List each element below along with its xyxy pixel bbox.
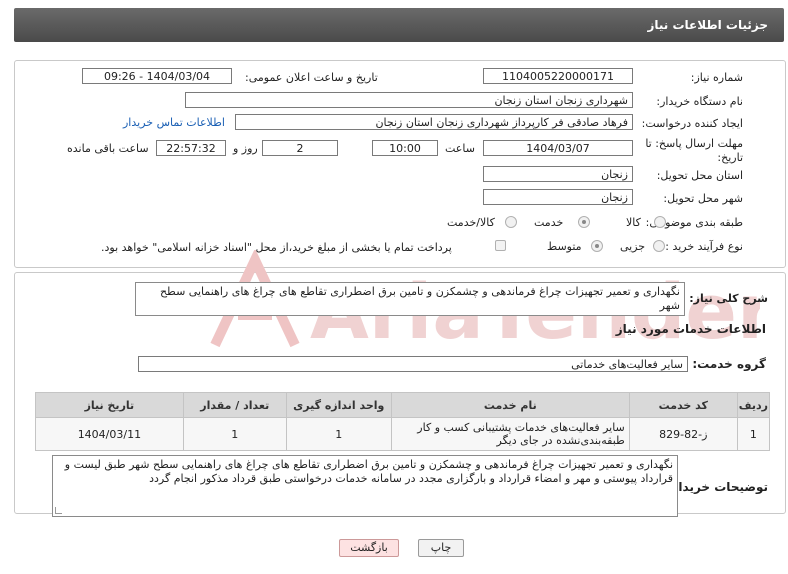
- creator-field[interactable]: فرهاد صادقی فر کارپرداز شهرداری زنجان اس…: [235, 114, 633, 130]
- category-option-goods: کالا: [626, 216, 641, 229]
- buyer-contact-link[interactable]: اطلاعات تماس خریدار: [123, 116, 225, 129]
- process-option-medium: متوسط: [547, 240, 582, 253]
- col-quantity: تعداد / مقدار: [182, 392, 287, 418]
- category-radio-service[interactable]: [578, 216, 590, 228]
- col-row-number: ردیف: [736, 392, 771, 418]
- remaining-time-field[interactable]: 22:57:32: [156, 140, 226, 156]
- buyer-field[interactable]: شهرداری زنجان استان زنجان: [185, 92, 633, 108]
- services-table: ردیف کد خدمت نام خدمت واحد اندازه گیری ت…: [35, 392, 771, 451]
- cell-quantity: 1: [182, 417, 287, 451]
- print-button[interactable]: چاپ: [418, 539, 464, 557]
- summary-textarea[interactable]: نگهداری و تعمیر تجهیزات چراغ فرماندهی و …: [135, 282, 685, 316]
- cell-service-code: ز-82-829: [628, 417, 738, 451]
- service-group-field[interactable]: سایر فعالیت‌های خدماتی: [138, 356, 688, 372]
- buyer-label: نام دستگاه خریدار:: [656, 95, 743, 108]
- need-number-field[interactable]: 1104005220000171: [483, 68, 633, 84]
- buyer-notes-text: نگهداری و تعمیر تجهیزات چراغ فرماندهی و …: [64, 458, 673, 485]
- cell-unit: 1: [285, 417, 392, 451]
- deadline-date-field[interactable]: 1404/03/07: [483, 140, 633, 156]
- remaining-label: ساعت باقی مانده: [67, 142, 149, 155]
- buyer-notes-textarea[interactable]: نگهداری و تعمیر تجهیزات چراغ فرماندهی و …: [52, 455, 678, 517]
- page-header: جزئیات اطلاعات نیاز: [14, 8, 784, 42]
- cell-row-number: 1: [736, 417, 771, 451]
- city-field[interactable]: زنجان: [483, 189, 633, 205]
- deadline-time-label: ساعت: [445, 142, 475, 155]
- resize-grip-icon[interactable]: [55, 507, 62, 514]
- days-field[interactable]: 2: [262, 140, 338, 156]
- table-header-row: ردیف کد خدمت نام خدمت واحد اندازه گیری ت…: [35, 392, 771, 418]
- table-row: 1 ز-82-829 سایر فعالیت‌های خدمات پشتیبان…: [35, 417, 771, 451]
- city-label: شهر محل تحویل:: [663, 192, 743, 205]
- page-title: جزئیات اطلاعات نیاز: [647, 18, 768, 32]
- category-option-goods-service: کالا/خدمت: [447, 216, 495, 229]
- days-label: روز و: [233, 142, 258, 155]
- col-service-name: نام خدمت: [390, 392, 630, 418]
- announce-label: تاریخ و ساعت اعلان عمومی:: [245, 71, 378, 84]
- deadline-time-field[interactable]: 10:00: [372, 140, 438, 156]
- summary-label: شرح کلی نیاز:: [689, 292, 768, 305]
- announce-field[interactable]: 1404/03/04 - 09:26: [82, 68, 232, 84]
- deadline-label-2: تاریخ:: [717, 151, 743, 164]
- category-radio-goods[interactable]: [654, 216, 666, 228]
- need-number-label: شماره نیاز:: [690, 71, 743, 84]
- province-field[interactable]: زنجان: [483, 166, 633, 182]
- category-option-service: خدمت: [534, 216, 564, 229]
- process-option-minor: جزیی: [620, 240, 646, 253]
- buyer-notes-label: توضیحات خریدار:: [666, 480, 768, 494]
- deadline-label-1: مهلت ارسال پاسخ: تا: [645, 137, 743, 150]
- services-section-title: اطلاعات خدمات مورد نیاز: [615, 322, 766, 336]
- back-button[interactable]: بازگشت: [339, 539, 399, 557]
- province-label: استان محل تحویل:: [656, 169, 743, 182]
- col-unit: واحد اندازه گیری: [285, 392, 392, 418]
- col-service-code: کد خدمت: [628, 392, 738, 418]
- service-group-label: گروه خدمت:: [692, 357, 766, 371]
- treasury-payment-checkbox[interactable]: [495, 240, 506, 251]
- process-radio-minor[interactable]: [653, 240, 665, 252]
- creator-label: ایجاد کننده درخواست:: [641, 117, 743, 130]
- process-radio-medium[interactable]: [591, 240, 603, 252]
- process-label: نوع فرآیند خرید :: [665, 240, 743, 253]
- cell-need-date: 1404/03/11: [35, 417, 184, 451]
- cell-service-name: سایر فعالیت‌های خدمات پشتیبانی کسب و کار…: [390, 417, 630, 451]
- col-need-date: تاریخ نیاز: [35, 392, 184, 418]
- treasury-payment-note: پرداخت تمام یا بخشی از مبلغ خرید،از محل …: [101, 241, 452, 254]
- category-radio-goods-service[interactable]: [505, 216, 517, 228]
